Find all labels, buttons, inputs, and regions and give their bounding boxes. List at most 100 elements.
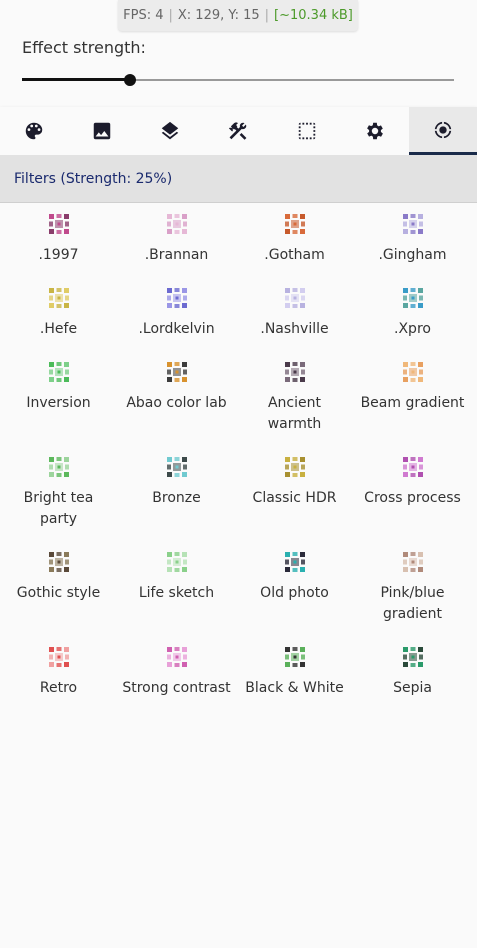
filter-preview-icon <box>402 214 423 234</box>
filter-item[interactable]: Black & White <box>235 636 354 731</box>
filter-name: Bright tea party <box>23 490 94 527</box>
filter-preview-icon <box>402 288 423 308</box>
filter-item[interactable]: Bronze <box>117 446 236 541</box>
fps-readout: FPS: 4 <box>123 8 164 23</box>
status-bar: FPS: 4 | X: 129, Y: 15 | [~10.34 kB] <box>118 0 358 31</box>
separator: | <box>168 8 173 23</box>
separator: | <box>264 8 270 23</box>
slider-fill <box>22 78 130 81</box>
selection-icon <box>298 122 315 140</box>
tab-filters[interactable] <box>408 107 477 155</box>
tab-settings[interactable] <box>341 107 409 155</box>
filter-preview-icon <box>166 647 187 667</box>
filter-item[interactable]: .Nashville <box>235 277 354 351</box>
layers-icon <box>162 121 179 140</box>
filter-preview-icon <box>166 457 187 477</box>
palette-icon <box>25 122 43 140</box>
coords-readout: X: 129, Y: 15 <box>177 8 260 23</box>
filter-name: Ancient warmth <box>267 395 322 432</box>
filters-section-header: Filters (Strength: 25%) <box>0 155 477 203</box>
filter-item[interactable]: Pink/blue gradient <box>353 541 472 636</box>
filter-item[interactable]: .1997 <box>0 203 118 277</box>
tools-icon <box>229 122 247 140</box>
filter-name: Old photo <box>260 585 329 601</box>
tab-palette[interactable] <box>0 107 68 155</box>
filter-name: Classic HDR <box>252 490 337 506</box>
filter-item[interactable]: Strong contrast <box>117 636 236 731</box>
filter-item[interactable]: .Brannan <box>117 203 236 277</box>
filter-item[interactable]: Classic HDR <box>235 446 354 541</box>
tab-layers[interactable] <box>136 107 204 155</box>
filter-name: Life sketch <box>138 585 215 601</box>
filter-row: Gothic style Life sketch Old photo Pink/blu… <box>0 541 477 636</box>
gear-icon <box>366 122 383 140</box>
filter-item[interactable]: Cross process <box>353 446 472 541</box>
filter-target-icon <box>434 121 452 138</box>
filter-item[interactable]: .Xpro <box>353 277 472 351</box>
filter-preview-icon <box>402 552 423 572</box>
filter-name: Strong contrast <box>122 680 231 696</box>
filter-name: .Lordkelvin <box>138 321 215 337</box>
filter-preview-icon <box>166 552 187 572</box>
filter-preview-icon <box>284 288 305 308</box>
filter-row: .Hefe .Lordkelvin .Nashville .Xpro <box>0 277 477 351</box>
filter-row: Inversion Abao color lab Ancient warmth Bea… <box>0 351 477 446</box>
filter-name: .Gotham <box>264 247 325 263</box>
filter-item[interactable]: .Hefe <box>0 277 118 351</box>
filter-item[interactable]: .Lordkelvin <box>117 277 236 351</box>
slider-thumb[interactable] <box>124 74 136 86</box>
filter-item[interactable]: Ancient warmth <box>235 351 354 446</box>
filter-item[interactable]: .Gotham <box>235 203 354 277</box>
filter-name: .Hefe <box>39 321 78 337</box>
filter-name: Inversion <box>26 395 91 411</box>
filters-section-title: Filters (Strength: 25%) <box>14 170 173 187</box>
filter-item[interactable]: Retro <box>0 636 118 731</box>
filter-item[interactable]: Bright tea party <box>0 446 118 541</box>
filter-grid: .1997 .Brannan .Gotham .Gingham .Hefe .Lordke… <box>0 203 477 731</box>
filter-name: Gothic style <box>16 585 101 601</box>
filter-name: .Xpro <box>394 321 431 337</box>
filter-preview-icon <box>166 362 187 382</box>
effect-strength-label: Effect strength: <box>22 38 146 57</box>
filter-item[interactable]: Life sketch <box>117 541 236 636</box>
filter-name: Black & White <box>245 680 344 696</box>
filter-preview-icon <box>166 214 187 234</box>
filter-preview-icon <box>284 214 305 234</box>
filter-preview-icon <box>48 457 69 477</box>
filter-preview-icon <box>166 288 187 308</box>
filter-item[interactable]: Abao color lab <box>117 351 236 446</box>
filter-preview-icon <box>284 647 305 667</box>
size-readout: [~10.34 kB] <box>274 8 353 23</box>
tab-selection[interactable] <box>273 107 341 155</box>
filter-name: Pink/blue gradient <box>380 585 445 622</box>
filter-preview-icon <box>284 552 305 572</box>
filter-item[interactable]: .Gingham <box>353 203 472 277</box>
filter-item[interactable]: Gothic style <box>0 541 118 636</box>
effect-strength-slider[interactable] <box>22 70 454 90</box>
filter-name: .Nashville <box>260 321 329 337</box>
filter-preview-icon <box>48 362 69 382</box>
filter-item[interactable]: Inversion <box>0 351 118 446</box>
filter-name: Sepia <box>393 680 432 696</box>
filter-name: Retro <box>39 680 78 696</box>
filter-name: Beam gradient <box>360 395 465 411</box>
filter-preview-icon <box>48 214 69 234</box>
filter-item[interactable]: Old photo <box>235 541 354 636</box>
tab-image[interactable] <box>68 107 136 155</box>
image-icon <box>93 122 111 140</box>
filter-name: .1997 <box>38 247 79 263</box>
filter-row: Retro Strong contrast Black & White Sepia <box>0 636 477 731</box>
tab-tools[interactable] <box>204 107 272 155</box>
filter-name: Bronze <box>152 490 201 506</box>
filter-preview-icon <box>48 647 69 667</box>
filter-preview-icon <box>284 457 305 477</box>
filter-row: .1997 .Brannan .Gotham .Gingham <box>0 203 477 277</box>
filter-preview-icon <box>402 647 423 667</box>
tool-tabs <box>0 107 477 155</box>
filter-item[interactable]: Beam gradient <box>353 351 472 446</box>
filter-name: .Brannan <box>144 247 209 263</box>
filter-item[interactable]: Sepia <box>353 636 472 731</box>
filter-name: Abao color lab <box>126 395 227 411</box>
filter-row: Bright tea party Bronze Classic HDR Cross p… <box>0 446 477 541</box>
filter-preview-icon <box>402 362 423 382</box>
